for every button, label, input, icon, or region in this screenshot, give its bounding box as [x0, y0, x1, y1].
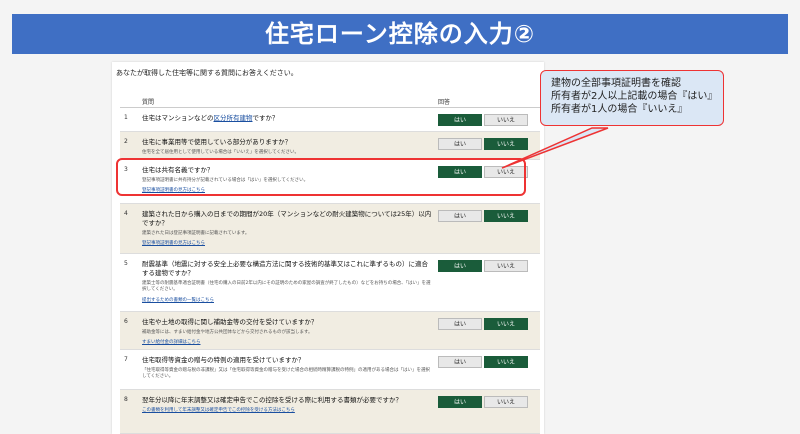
question-number: 8: [124, 396, 128, 403]
question-text-main: 建築された日から購入の日までの期間が20年（マンションなどの耐火建築物については…: [142, 210, 432, 227]
question-number: 1: [124, 114, 128, 121]
question-text: 住宅に事業用等で使用している部分がありますか？: [142, 138, 432, 147]
no-button[interactable]: いいえ: [484, 396, 528, 408]
question-note: 住宅を全て居住用として使用している場合は「いいえ」を選択してください。: [142, 150, 299, 155]
no-button[interactable]: いいえ: [484, 114, 528, 126]
question-help-link[interactable]: すまい給付金の詳細はこちら: [142, 339, 201, 345]
question-number: 4: [124, 210, 128, 217]
explanation-callout: 建物の全部事項証明書を確認 所有者が2人以上記載の場合『はい』 所有者が1人の場…: [540, 70, 724, 126]
question-note: 補助金等には、すまい給付金や地方公共団体などから交付されるものが該当します。: [142, 330, 313, 335]
question-row-8: 8 翌年分以降に年末調整又は確定申告でこの控除を受ける際に利用する書類が必要ですか…: [120, 390, 540, 434]
question-help-link[interactable]: 登記事項証明書の見方はこちら: [142, 240, 205, 246]
callout-line-1: 建物の全部事項証明書を確認: [551, 78, 681, 89]
callout-line-3: 所有者が1人の場合『いいえ』: [551, 104, 688, 115]
yes-button[interactable]: はい: [438, 260, 482, 272]
form-document: あなたが取得した住宅等に関する質問にお答えください。 質問 回答 1 住宅はマンシ…: [112, 62, 544, 434]
header-answer: 回答: [438, 99, 451, 106]
answer-toggle: はい いいえ: [438, 210, 528, 222]
answer-toggle: はい いいえ: [438, 356, 528, 368]
no-button[interactable]: いいえ: [484, 260, 528, 272]
question-number: 2: [124, 138, 128, 145]
question-text-main: 住宅に事業用等で使用している部分がありますか？: [142, 138, 292, 146]
header-question: 質問: [142, 99, 155, 106]
no-button[interactable]: いいえ: [484, 210, 528, 222]
no-button[interactable]: いいえ: [484, 318, 528, 330]
no-button[interactable]: いいえ: [484, 356, 528, 368]
question-text: 住宅取得等資金の贈与の特例の適用を受けていますか？: [142, 356, 432, 365]
question-number: 6: [124, 318, 128, 325]
question-row-7: 7 住宅取得等資金の贈与の特例の適用を受けていますか？ 「住宅取得等資金の贈与税の非…: [120, 350, 540, 390]
question-row-4: 4 建築された日から購入の日までの期間が20年（マンションなどの耐火建築物について…: [120, 204, 540, 254]
question-text-suffix: ですか？: [252, 114, 279, 122]
question-row-6: 6 住宅や土地の取得に関し補助金等の交付を受けていますか？ 補助金等には、すまい給付…: [120, 312, 540, 350]
callout-line-2: 所有者が2人以上記載の場合『はい』: [551, 91, 718, 102]
question-inline-link[interactable]: 区分所有建物: [214, 114, 253, 122]
question-text-main: 耐震基準（地震に対する安全上必要な構造方法に関する技術的基準又はこれに準ずるもの…: [142, 260, 428, 277]
question-note: 建築士等の耐震基準適合証明書（住宅の購入の日前2年以内にその証明のための家屋の調…: [142, 281, 431, 292]
question-help-link[interactable]: この書類を利用して年末調整又は確定申告でこの控除を受ける方法はこちら: [142, 407, 295, 413]
question-text-main: 住宅はマンションなどの: [142, 114, 214, 122]
yes-button[interactable]: はい: [438, 138, 482, 150]
question-text-main: 住宅取得等資金の贈与の特例の適用を受けていますか？: [142, 356, 305, 364]
page-banner: 住宅ローン控除の入力②: [12, 14, 788, 54]
yes-button[interactable]: はい: [438, 210, 482, 222]
question-text: 建築された日から購入の日までの期間が20年（マンションなどの耐火建築物については…: [142, 210, 432, 228]
question-note: 建築された日は登記事項証明書に記載されています。: [142, 231, 250, 236]
question-number: 7: [124, 356, 128, 363]
question-text: 住宅はマンションなどの区分所有建物ですか？: [142, 114, 432, 123]
question-3-highlight: [116, 158, 526, 196]
yes-button[interactable]: はい: [438, 114, 482, 126]
question-text-main: 住宅や土地の取得に関し補助金等の交付を受けていますか？: [142, 318, 318, 326]
question-help-link[interactable]: 提出するための書類の一覧はこちら: [142, 297, 214, 303]
answer-toggle: はい いいえ: [438, 138, 528, 150]
form-intro: あなたが取得した住宅等に関する質問にお答えください。: [116, 69, 298, 77]
question-row-2: 2 住宅に事業用等で使用している部分がありますか？ 住宅を全て居住用として使用してい…: [120, 132, 540, 160]
answer-toggle: はい いいえ: [438, 318, 528, 330]
question-number: 5: [124, 260, 128, 267]
question-text: 住宅や土地の取得に関し補助金等の交付を受けていますか？: [142, 318, 432, 327]
yes-button[interactable]: はい: [438, 356, 482, 368]
yes-button[interactable]: はい: [438, 396, 482, 408]
question-note: 「住宅取得等資金の贈与税の非課税」又は「住宅取得等資金の贈与を受けた場合の相続時…: [142, 368, 430, 379]
yes-button[interactable]: はい: [438, 318, 482, 330]
table-header: 質問 回答: [120, 92, 540, 108]
answer-toggle: はい いいえ: [438, 114, 528, 126]
question-row-1: 1 住宅はマンションなどの区分所有建物ですか？ はい いいえ: [120, 108, 540, 132]
question-row-5: 5 耐震基準（地震に対する安全上必要な構造方法に関する技術的基準又はこれに準ずるも…: [120, 254, 540, 312]
answer-toggle: はい いいえ: [438, 260, 528, 272]
answer-toggle: はい いいえ: [438, 396, 528, 408]
no-button[interactable]: いいえ: [484, 138, 528, 150]
question-text-main: 翌年分以降に年末調整又は確定申告でこの控除を受ける際に利用する書類が必要ですか？: [142, 396, 402, 404]
question-text: 耐震基準（地震に対する安全上必要な構造方法に関する技術的基準又はこれに準ずるもの…: [142, 260, 432, 278]
question-text: 翌年分以降に年末調整又は確定申告でこの控除を受ける際に利用する書類が必要ですか？: [142, 396, 432, 405]
